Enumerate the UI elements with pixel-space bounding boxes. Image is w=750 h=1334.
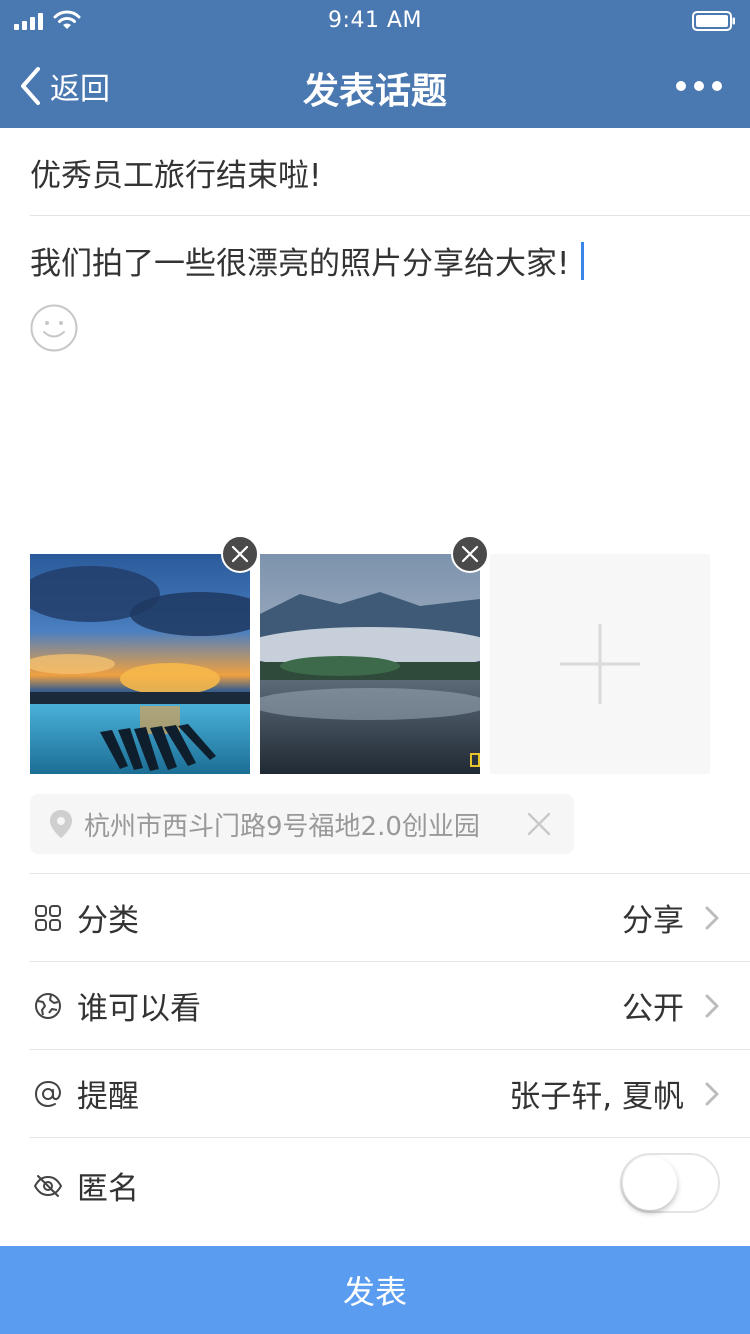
toggle-knob bbox=[623, 1156, 677, 1210]
globe-icon bbox=[35, 992, 61, 1019]
chevron-right-icon bbox=[705, 1082, 719, 1106]
battery-icon bbox=[692, 11, 735, 31]
location-pin-icon bbox=[50, 810, 72, 838]
sunset-lake-image bbox=[30, 554, 250, 774]
misty-lake-image bbox=[260, 554, 480, 774]
category-label: 分类 bbox=[77, 903, 139, 939]
more-dot-icon bbox=[694, 81, 704, 91]
visibility-row[interactable]: 谁可以看 公开 bbox=[30, 961, 750, 1049]
emoji-smile-icon[interactable] bbox=[30, 304, 78, 352]
more-dot-icon bbox=[712, 81, 722, 91]
more-options-button[interactable] bbox=[676, 74, 722, 98]
anonymous-label: 匿名 bbox=[77, 1171, 139, 1207]
back-label: 返回 bbox=[50, 72, 110, 107]
mention-label: 提醒 bbox=[77, 1079, 139, 1115]
chevron-right-icon bbox=[705, 994, 719, 1018]
chevron-right-icon bbox=[705, 906, 719, 930]
anonymous-toggle[interactable] bbox=[620, 1153, 720, 1213]
post-title-input[interactable]: 优秀员工旅行结束啦! bbox=[30, 150, 720, 195]
close-icon bbox=[231, 545, 249, 563]
eye-off-icon bbox=[33, 1174, 63, 1197]
mention-value: 张子轩, 夏帆 bbox=[509, 1079, 684, 1115]
text-cursor bbox=[581, 241, 585, 280]
submit-button[interactable]: 发表 bbox=[0, 1246, 750, 1334]
title-divider bbox=[30, 215, 750, 216]
category-grid-icon bbox=[35, 904, 61, 931]
location-tag[interactable]: 杭州市西斗门路9号福地2.0创业园 bbox=[30, 794, 574, 854]
photo-thumbnail-sunset[interactable] bbox=[30, 554, 250, 774]
settings-list: 分类 分享 谁可以看 公开 提醒 张子轩, 夏帆 匿名 bbox=[30, 873, 750, 1233]
category-row[interactable]: 分类 分享 bbox=[30, 873, 750, 961]
back-button[interactable]: 返回 bbox=[18, 64, 110, 108]
post-body-input[interactable]: 我们拍了一些很漂亮的照片分享给大家! bbox=[30, 238, 720, 283]
status-time: 9:41 AM bbox=[328, 8, 422, 33]
plus-icon bbox=[560, 624, 640, 704]
top-bar: 9:41 AM 返回 发表话题 bbox=[0, 0, 750, 128]
photo-thumbnail-lake[interactable] bbox=[260, 554, 480, 774]
close-icon bbox=[461, 545, 479, 563]
clear-location-button[interactable] bbox=[526, 811, 552, 837]
location-text: 杭州市西斗门路9号福地2.0创业园 bbox=[84, 811, 480, 842]
chevron-left-icon bbox=[21, 67, 40, 105]
anonymous-row: 匿名 bbox=[30, 1137, 750, 1233]
remove-photo-button[interactable] bbox=[221, 535, 259, 573]
add-photo-button[interactable] bbox=[490, 554, 710, 774]
visibility-value: 公开 bbox=[622, 991, 684, 1027]
page-title: 发表话题 bbox=[302, 71, 447, 112]
mention-row[interactable]: 提醒 张子轩, 夏帆 bbox=[30, 1049, 750, 1137]
category-value: 分享 bbox=[622, 903, 684, 939]
post-body-text: 我们拍了一些很漂亮的照片分享给大家! bbox=[30, 246, 570, 282]
at-sign-icon bbox=[34, 1080, 62, 1107]
more-dot-icon bbox=[676, 81, 686, 91]
visibility-label: 谁可以看 bbox=[77, 991, 201, 1027]
status-bar: 9:41 AM bbox=[0, 0, 750, 44]
navigation-bar: 返回 发表话题 bbox=[0, 44, 750, 128]
remove-photo-button[interactable] bbox=[451, 535, 489, 573]
